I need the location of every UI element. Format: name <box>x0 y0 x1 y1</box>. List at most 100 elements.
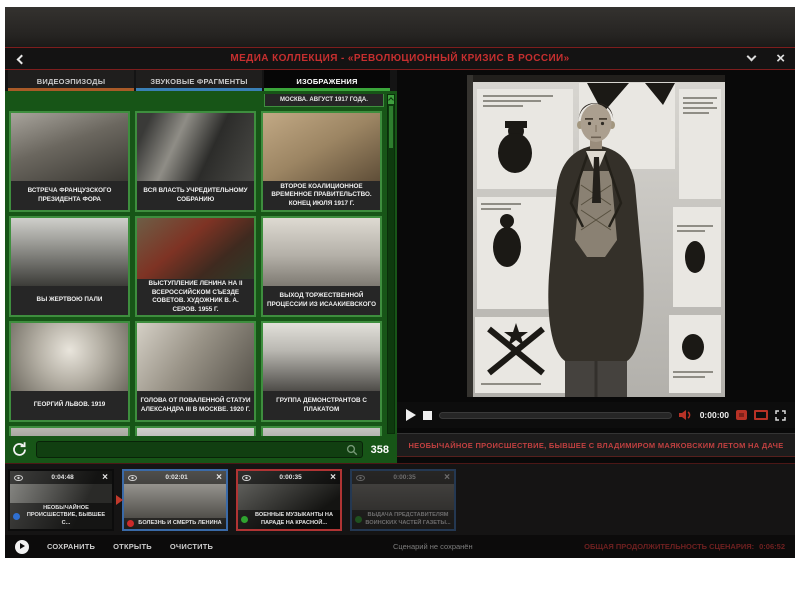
remove-clip-button[interactable]: × <box>216 473 222 483</box>
refresh-button[interactable] <box>11 441 29 459</box>
clip-type-dot <box>355 516 362 523</box>
results-count: 358 <box>365 444 389 456</box>
search-input[interactable] <box>36 441 363 458</box>
clip-type-dot <box>241 516 248 523</box>
timeline-clip-2[interactable]: 0:02:01 × БОЛЕЗНЬ И СМЕРТЬ ЛЕНИНА <box>122 469 228 531</box>
timeline-clip-4[interactable]: 0:00:35 × ВЫДАЧА ПРЕДСТАВИТЕЛЯМ ВОИНСКИХ… <box>350 469 456 531</box>
preview-eye-icon[interactable] <box>356 475 365 481</box>
fullscreen-button[interactable] <box>775 410 786 421</box>
elapsed-time: 0:00:00 <box>700 410 729 420</box>
seek-bar[interactable] <box>439 412 672 419</box>
gallery-card[interactable]: ГЕОРГИЙ ЛЬВОВ. 1919 <box>9 321 130 422</box>
gallery-card[interactable]: ГОЛОВА ОТ ПОВАЛЕННОЙ СТАТУИ АЛЕКСАНДРА I… <box>135 321 256 422</box>
gallery-row-4-partial <box>9 426 384 436</box>
back-button[interactable] <box>13 52 29 68</box>
chevron-down-icon <box>747 52 757 62</box>
thumbnail-image <box>11 428 128 436</box>
timeline-clip-3-selected[interactable]: 0:00:35 × ВОЕННЫЕ МУЗЫКАНТЫ НА ПАРАДЕ НА… <box>236 469 342 531</box>
gallery-card[interactable]: ВСТРЕЧА ФРАНЦУЗСКОГО ПРЕЗИДЕНТА ФОРА <box>9 111 130 212</box>
thumbnail-image <box>11 323 128 391</box>
scrolled-card-caption[interactable]: МОСКВА. АВГУСТ 1917 ГОДА. <box>264 94 384 107</box>
gallery-row-1: ВСТРЕЧА ФРАНЦУЗСКОГО ПРЕЗИДЕНТА ФОРА ВСЯ… <box>9 111 384 212</box>
clip-header: 0:00:35 × <box>238 471 340 484</box>
play-scenario-button[interactable] <box>15 540 29 554</box>
collapse-button[interactable] <box>745 51 759 65</box>
gallery-row-3: ГЕОРГИЙ ЛЬВОВ. 1919 ГОЛОВА ОТ ПОВАЛЕННОЙ… <box>9 321 384 422</box>
gallery-card[interactable]: ВЫСТУПЛЕНИЕ ЛЕНИНА НА II ВСЕРОССИЙСКОМ С… <box>135 216 256 317</box>
open-button[interactable]: ОТКРЫТЬ <box>113 542 152 551</box>
clip-duration: 0:04:48 <box>23 474 102 481</box>
back-chevron-icon <box>17 55 27 65</box>
thumbnail-image <box>11 113 128 181</box>
thumbnail-caption: ГЕОРГИЙ ЛЬВОВ. 1919 <box>11 391 128 420</box>
timeline-clip-1[interactable]: 0:04:48 × НЕОБЫЧАЙНОЕ ПРОИСШЕСТВИЕ, БЫВШ… <box>8 469 114 531</box>
thumbnail-caption: ВТОРОЕ КОАЛИЦИОННОЕ ВРЕМЕННОЕ ПРАВИТЕЛЬС… <box>263 181 380 210</box>
refresh-icon <box>11 441 28 458</box>
thumbnail-caption: ГОЛОВА ОТ ПОВАЛЕННОЙ СТАТУИ АЛЕКСАНДРА I… <box>137 391 254 420</box>
gallery-card[interactable]: ВТОРОЕ КОАЛИЦИОННОЕ ВРЕМЕННОЕ ПРАВИТЕЛЬС… <box>261 111 382 212</box>
clip-footer: БОЛЕЗНЬ И СМЕРТЬ ЛЕНИНА <box>124 518 226 529</box>
thumbnail-image <box>263 113 380 181</box>
thumbnail-image <box>137 428 254 436</box>
scenario-status-text: Сценарий не сохранён <box>393 542 473 551</box>
gallery-card[interactable]: ГРУППА ДЕМОНСТРАНТОВ С ПЛАКАТОМ <box>261 321 382 422</box>
thumbnail-image <box>137 218 254 279</box>
scroll-up-arrow-icon[interactable] <box>388 95 394 104</box>
gallery-card[interactable] <box>9 426 130 436</box>
background-texture <box>5 7 795 47</box>
scrollbar-thumb[interactable] <box>389 106 393 148</box>
save-button[interactable]: СОХРАНИТЬ <box>47 542 95 551</box>
screenshot-frame: МЕДИА КОЛЛЕКЦИЯ - «РЕВОЛЮЦИОННЫЙ КРИЗИС … <box>0 0 800 600</box>
clear-button[interactable]: ОЧИСТИТЬ <box>170 542 213 551</box>
scenario-timeline: 0:04:48 × НЕОБЫЧАЙНОЕ ПРОИСШЕСТВИЕ, БЫВШ… <box>5 463 795 535</box>
player-controls: 0:00:00 <box>397 402 795 428</box>
tab-bar: ВИДЕОЭПИЗОДЫ ЗВУКОВЫЕ ФРАГМЕНТЫ ИЗОБРАЖЕ… <box>5 70 397 91</box>
play-button[interactable] <box>406 409 416 421</box>
remove-clip-button[interactable]: × <box>330 473 336 483</box>
clip-footer: НЕОБЫЧАЙНОЕ ПРОИСШЕСТВИЕ, БЫВШЕЕ С... <box>10 503 112 529</box>
clip-type-dot <box>127 520 134 527</box>
close-button[interactable]: × <box>776 49 785 69</box>
clip-header: 0:04:48 × <box>10 471 112 484</box>
viewer-panel: 0:00:00 НЕОБЫЧАЙНОЕ ПРОИСШЕСТВИЕ, БЫВШЕЕ… <box>397 70 795 463</box>
capture-icon <box>739 413 744 417</box>
gallery-card[interactable] <box>135 426 256 436</box>
capture-button[interactable] <box>736 410 747 420</box>
gallery-card[interactable]: ВЫХОД ТОРЖЕСТВЕННОЙ ПРОЦЕССИИ ИЗ ИСААКИЕ… <box>261 216 382 317</box>
gallery-row-2: ВЫ ЖЕРТВОЮ ПАЛИ ВЫСТУПЛЕНИЕ ЛЕНИНА НА II… <box>9 216 384 317</box>
clip-caption: БОЛЕЗНЬ И СМЕРТЬ ЛЕНИНА <box>137 520 223 527</box>
thumbnail-caption: ВЫСТУПЛЕНИЕ ЛЕНИНА НА II ВСЕРОССИЙСКОМ С… <box>137 279 254 315</box>
clip-caption: НЕОБЫЧАЙНОЕ ПРОИСШЕСТВИЕ, БЫВШЕЕ С... <box>23 505 109 527</box>
remove-clip-button[interactable]: × <box>444 473 450 483</box>
stop-button[interactable] <box>423 411 432 420</box>
clip-duration: 0:00:35 <box>251 474 330 481</box>
image-gallery: МОСКВА. АВГУСТ 1917 ГОДА. ВСТРЕЧА ФРАНЦУ… <box>5 91 397 436</box>
tab-video-episodes[interactable]: ВИДЕОЭПИЗОДЫ <box>8 70 134 91</box>
volume-icon[interactable] <box>679 410 693 420</box>
gallery-card[interactable]: ВСЯ ВЛАСТЬ УЧРЕДИТЕЛЬНОМУ СОБРАНИЮ <box>135 111 256 212</box>
clip-duration: 0:00:35 <box>365 474 444 481</box>
preview-eye-icon[interactable] <box>128 475 137 481</box>
media-library-panel: ВИДЕОЭПИЗОДЫ ЗВУКОВЫЕ ФРАГМЕНТЫ ИЗОБРАЖЕ… <box>5 70 397 463</box>
thumbnail-image <box>137 113 254 181</box>
tab-images[interactable]: ИЗОБРАЖЕНИЯ <box>264 70 390 91</box>
display-mode-button[interactable] <box>754 410 768 420</box>
search-icon <box>346 444 358 456</box>
thumbnail-caption: ВЫ ЖЕРТВОЮ ПАЛИ <box>11 286 128 315</box>
play-icon <box>20 543 25 549</box>
clip-header: 0:02:01 × <box>124 471 226 484</box>
preview-eye-icon[interactable] <box>14 475 23 481</box>
main-area: ВИДЕОЭПИЗОДЫ ЗВУКОВЫЕ ФРАГМЕНТЫ ИЗОБРАЖЕ… <box>5 70 795 463</box>
remove-clip-button[interactable]: × <box>102 473 108 483</box>
thumbnail-caption: ВЫХОД ТОРЖЕСТВЕННОЙ ПРОЦЕССИИ ИЗ ИСААКИЕ… <box>263 286 380 315</box>
gallery-card[interactable]: ВЫ ЖЕРТВОЮ ПАЛИ <box>9 216 130 317</box>
scrolled-row: МОСКВА. АВГУСТ 1917 ГОДА. <box>9 94 384 107</box>
gallery-card[interactable] <box>261 426 382 436</box>
title-bar: МЕДИА КОЛЛЕКЦИЯ - «РЕВОЛЮЦИОННЫЙ КРИЗИС … <box>5 47 795 70</box>
fullscreen-icon <box>775 410 786 421</box>
gallery-scrollbar[interactable] <box>387 94 395 434</box>
clip-caption: ВОЕННЫЕ МУЗЫКАНТЫ НА ПАРАДЕ НА КРАСНОЙ..… <box>251 512 337 527</box>
playhead-marker-icon <box>116 495 123 505</box>
preview-eye-icon[interactable] <box>242 475 251 481</box>
tab-audio-fragments[interactable]: ЗВУКОВЫЕ ФРАГМЕНТЫ <box>136 70 262 91</box>
